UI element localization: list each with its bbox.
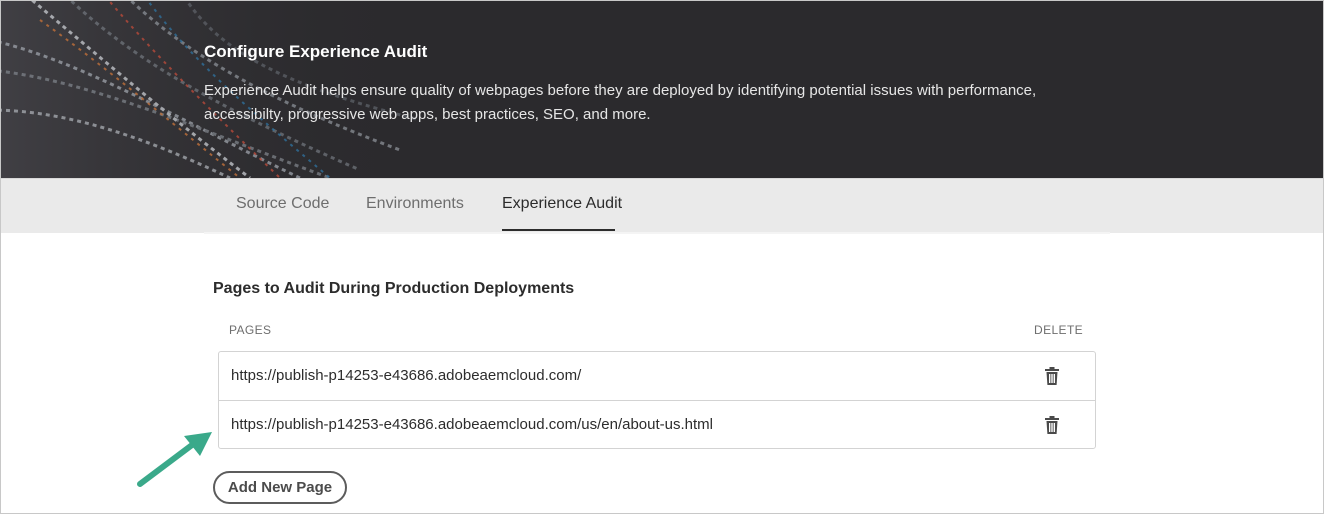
page-url: https://publish-p14253-e43686.adobeaemcl… (231, 416, 713, 433)
add-new-page-button[interactable]: Add New Page (213, 471, 347, 504)
table-row: https://publish-p14253-e43686.adobeaemcl… (219, 352, 1095, 400)
tab-experience-audit[interactable]: Experience Audit (502, 195, 622, 213)
page-url: https://publish-p14253-e43686.adobeaemcl… (231, 367, 582, 384)
trash-icon[interactable] (1042, 366, 1062, 386)
column-header-pages: PAGES (229, 323, 272, 337)
tab-bar: Source Code Environments Experience Audi… (0, 178, 1324, 234)
annotation-arrow-icon (137, 432, 212, 487)
page-description: Experience Audit helps ensure quality of… (204, 82, 1037, 123)
header-banner: Configure Experience Audit Experience Au… (0, 0, 1324, 178)
column-header-delete: DELETE (1034, 323, 1084, 337)
tab-environments[interactable]: Environments (366, 195, 464, 213)
page-title: Configure Experience Audit (204, 42, 428, 61)
trash-icon[interactable] (1042, 415, 1062, 435)
table-row: https://publish-p14253-e43686.adobeaemcl… (219, 400, 1095, 449)
active-tab-indicator (502, 229, 615, 231)
tab-bar-divider (204, 232, 1110, 234)
section-title: Pages to Audit During Production Deploym… (213, 280, 575, 297)
tab-source-code[interactable]: Source Code (236, 195, 329, 213)
pages-table: https://publish-p14253-e43686.adobeaemcl… (218, 351, 1096, 449)
